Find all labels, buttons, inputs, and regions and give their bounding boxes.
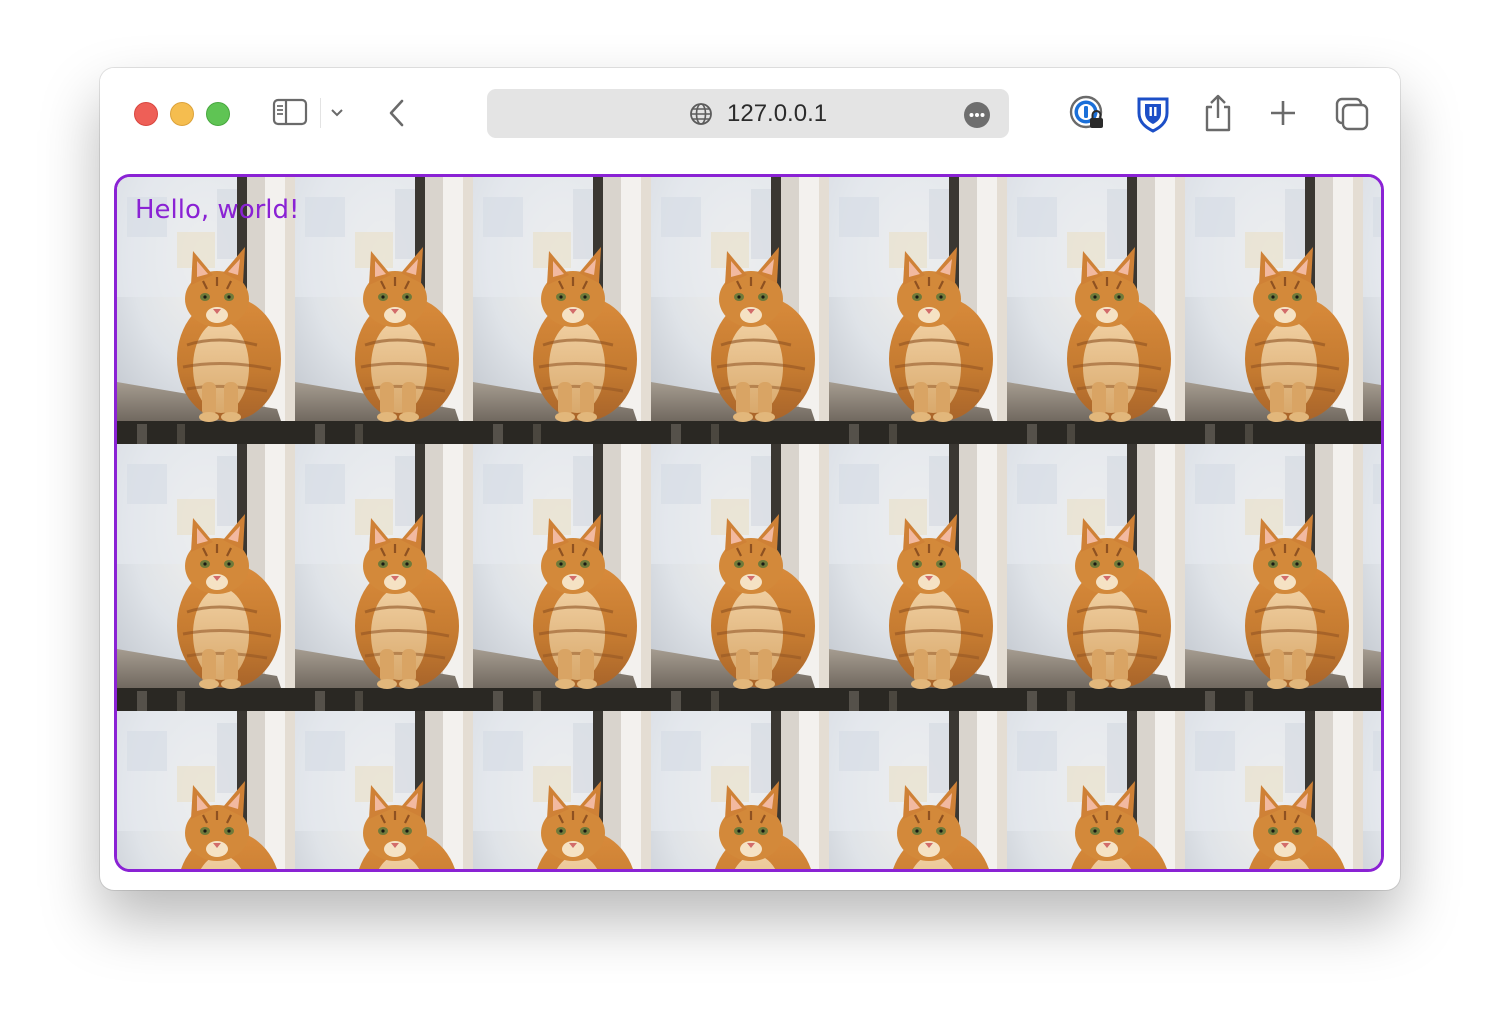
bitwarden-button[interactable] — [1134, 94, 1172, 134]
address-bar[interactable]: 127.0.0.1 — [487, 89, 1009, 138]
back-button[interactable] — [382, 96, 412, 130]
sidebar-toggle-button[interactable] — [272, 96, 308, 128]
cat-photo-tile — [651, 711, 829, 869]
cat-photo-tile — [1185, 444, 1363, 711]
url-text: 127.0.0.1 — [727, 100, 828, 127]
web-page-viewport: Hello, world! — [114, 174, 1384, 872]
more-icon — [964, 102, 990, 128]
page-heading: Hello, world! — [135, 195, 300, 225]
zoom-window-button[interactable] — [206, 102, 230, 126]
cat-photo-tile — [1363, 444, 1381, 711]
cat-photo-tile — [651, 177, 829, 444]
cat-photo-tile — [829, 711, 1007, 869]
cat-photo-tile — [473, 711, 651, 869]
cat-image-grid — [117, 177, 1381, 869]
share-button[interactable] — [1200, 92, 1236, 134]
cat-photo-tile — [295, 711, 473, 869]
cat-photo-tile — [473, 177, 651, 444]
browser-toolbar: 127.0.0.1 — [100, 68, 1400, 164]
cat-photo-tile — [117, 711, 295, 869]
cat-photo-tile — [1007, 444, 1185, 711]
cat-photo-tile — [473, 444, 651, 711]
cat-photo-tile — [1363, 711, 1381, 869]
close-window-button[interactable] — [134, 102, 158, 126]
password-manager-button[interactable] — [1068, 94, 1108, 134]
cat-photo-tile — [1007, 177, 1185, 444]
sidebar-icon — [272, 98, 308, 126]
password-manager-icon — [1069, 95, 1103, 129]
cat-photo-tile — [117, 444, 295, 711]
tab-overview-button[interactable] — [1332, 94, 1372, 134]
chevron-left-icon — [389, 99, 404, 127]
chevron-down-icon — [331, 109, 343, 117]
sidebar-menu-button[interactable] — [326, 100, 348, 124]
minimize-window-button[interactable] — [170, 102, 194, 126]
plus-icon — [1271, 101, 1295, 125]
cat-photo-tile — [1185, 177, 1363, 444]
cat-photo-tile — [829, 444, 1007, 711]
cat-photo-tile — [1363, 177, 1381, 444]
new-tab-button[interactable] — [1266, 96, 1300, 130]
cat-photo-tile — [651, 444, 829, 711]
cat-photo-tile — [829, 177, 1007, 444]
shield-icon — [1137, 97, 1169, 133]
globe-icon — [688, 101, 714, 127]
cat-photo-tile — [295, 177, 473, 444]
cat-photo-tile — [1007, 711, 1185, 869]
cat-photo-tile — [295, 444, 473, 711]
share-icon — [1205, 94, 1231, 132]
cat-photo-tile — [1185, 711, 1363, 869]
page-menu-button[interactable] — [963, 101, 991, 129]
toolbar-divider — [320, 98, 321, 128]
browser-window: 127.0.0.1 Hello, world! — [100, 68, 1400, 890]
tab-overview-icon — [1335, 97, 1369, 131]
